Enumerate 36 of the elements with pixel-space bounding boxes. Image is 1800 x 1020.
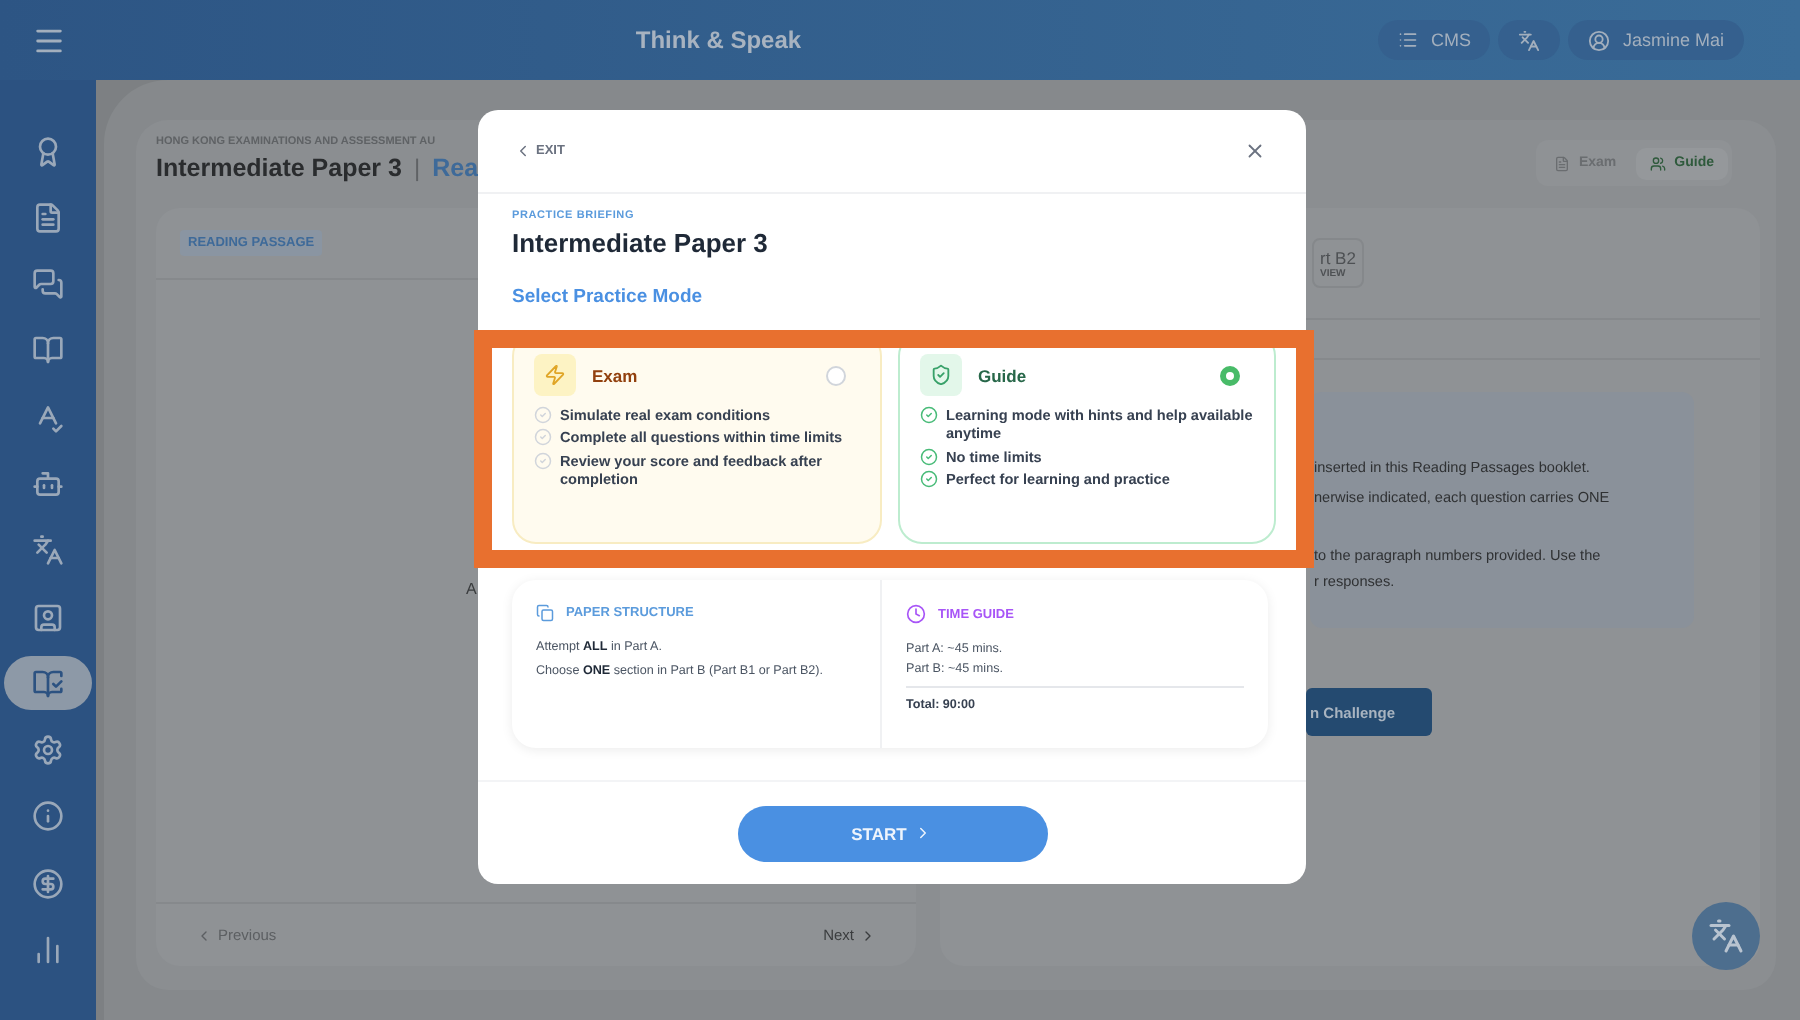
section-heading: Select Practice Mode	[512, 286, 705, 308]
clock-icon	[906, 604, 926, 624]
check-icon	[920, 447, 938, 466]
user-button[interactable]: Jasmine Mai	[1568, 20, 1744, 60]
app-title: Think & Speak	[633, 26, 804, 54]
check-icon	[534, 406, 552, 424]
close-icon[interactable]	[1244, 140, 1266, 162]
mode-name: Exam	[592, 365, 640, 385]
check-icon	[920, 406, 938, 424]
page-subtitle: Rea	[432, 154, 479, 182]
lightning-icon	[534, 354, 576, 396]
dialog-title: Intermediate Paper 3	[512, 228, 770, 258]
check-icon	[534, 428, 552, 447]
book-check-icon[interactable]	[4, 656, 92, 711]
people-icon	[1650, 155, 1667, 171]
copy-icon	[536, 604, 554, 622]
translate-button[interactable]	[1498, 20, 1561, 60]
chevron-left-icon	[196, 927, 212, 943]
page-title: Intermediate Paper 3	[156, 154, 402, 182]
chevron-right-icon	[860, 927, 876, 943]
document-icon	[1554, 155, 1571, 171]
translate-icon	[1708, 918, 1744, 954]
radio-button[interactable]	[1220, 365, 1240, 385]
chevron-left-icon	[514, 142, 532, 160]
user-icon	[1588, 29, 1611, 51]
passage-text: A	[466, 580, 477, 598]
cms-button[interactable]: CMS	[1378, 20, 1491, 60]
list-icon	[1398, 30, 1419, 50]
translate-icon	[1518, 29, 1541, 51]
start-button[interactable]: START	[737, 805, 1047, 861]
title-separator: |	[413, 154, 421, 182]
mode-name: Guide	[978, 365, 1029, 385]
check-icon	[920, 470, 938, 489]
check-icon	[534, 451, 552, 470]
shield-check-icon	[920, 354, 962, 396]
radio-button[interactable]	[826, 365, 846, 385]
